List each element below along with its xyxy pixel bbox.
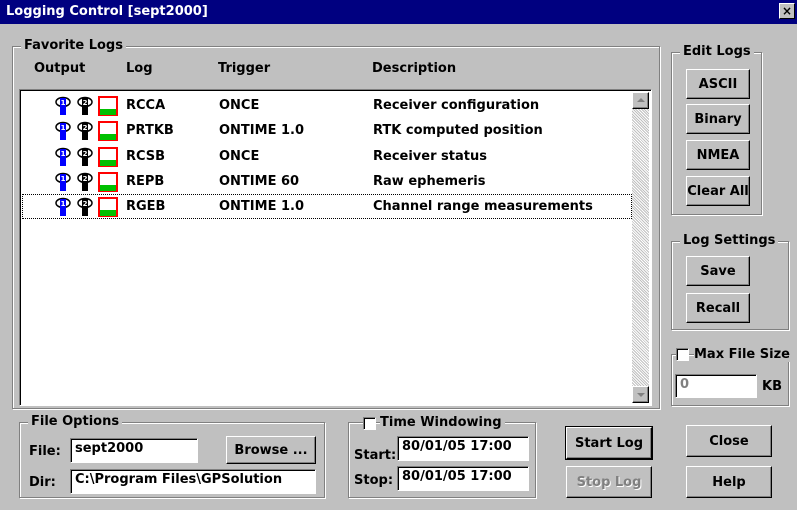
log-name: RGEB (126, 199, 166, 214)
max-file-size-checkbox[interactable] (676, 348, 689, 361)
save-mnemonic: Save (700, 263, 736, 279)
log-trigger: ONTIME 1.0 (219, 123, 305, 138)
log-name: RCSB (126, 149, 166, 164)
log-trigger: ONCE (219, 98, 260, 113)
window-title: Logging Control [sept2000] (6, 4, 208, 19)
edit-logs-label: Edit Logs (680, 44, 754, 59)
log-trigger: ONTIME 60 (219, 174, 300, 189)
browse-button[interactable]: Browse ... (226, 436, 316, 464)
recall-button-label: Recall (695, 300, 741, 316)
scroll-up-arrow-icon (637, 98, 645, 102)
file-name-input[interactable]: sept2000 (70, 438, 198, 463)
scroll-down-arrow-icon (637, 393, 645, 397)
log-trigger: ONCE (219, 149, 260, 164)
list-item[interactable]: 1 2 RCCA ONCE Receiver configuration (22, 93, 632, 118)
column-header-log[interactable]: Log (126, 61, 153, 76)
time-windowing-label: Time Windowing (380, 415, 505, 430)
start-label: Start: (354, 448, 397, 463)
file-icon[interactable] (98, 147, 118, 167)
log-name: RCCA (126, 98, 166, 113)
port1-icon[interactable]: 1 (54, 197, 72, 217)
close-button[interactable]: Close (686, 425, 772, 457)
binary-button[interactable]: Binary (686, 104, 750, 134)
max-file-size-unit: KB (762, 379, 782, 394)
directory-input[interactable]: C:\Program Files\GPSolution (70, 469, 316, 494)
svg-text:2: 2 (83, 175, 88, 183)
list-item[interactable]: 1 2 RCSB ONCE Receiver status (22, 144, 632, 169)
max-file-size-label: Max File Size (694, 347, 792, 362)
column-header-trigger[interactable]: Trigger (218, 61, 270, 76)
svg-text:2: 2 (83, 200, 88, 208)
stop-log-button[interactable]: Stop Log (566, 466, 652, 498)
port2-icon[interactable]: 2 (76, 197, 94, 217)
svg-text:1: 1 (61, 150, 66, 158)
svg-text:1: 1 (61, 200, 66, 208)
scroll-up-button[interactable] (632, 92, 649, 109)
list-item[interactable]: 1 2 PRTKB ONTIME 1.0 RTK computed position (22, 118, 632, 143)
recall-button[interactable]: Recall (686, 293, 750, 323)
svg-text:2: 2 (83, 124, 88, 132)
output-icons: 12 (54, 121, 124, 141)
log-description: Channel range measurements (373, 199, 593, 214)
scroll-down-button[interactable] (632, 386, 649, 403)
title-bar: Logging Control [sept2000] × (0, 0, 797, 24)
list-item[interactable]: 1 2 REPB ONTIME 60 Raw ephemeris (22, 169, 632, 194)
max-file-size-input[interactable]: 0 (675, 374, 757, 398)
output-icons: 12 (54, 96, 124, 116)
port1-icon[interactable]: 1 (54, 172, 72, 192)
port2-icon[interactable]: 2 (76, 121, 94, 141)
port2-icon[interactable]: 2 (76, 172, 94, 192)
log-description: Receiver configuration (373, 98, 540, 113)
file-icon[interactable] (98, 197, 118, 217)
stop-label: Stop: (354, 473, 394, 488)
svg-text:2: 2 (83, 150, 88, 158)
svg-text:1: 1 (61, 124, 66, 132)
port2-icon[interactable]: 2 (76, 147, 94, 167)
file-icon[interactable] (98, 172, 118, 192)
log-name: PRTKB (126, 123, 174, 138)
clear-all-button[interactable]: Clear All (686, 176, 750, 206)
time-windowing-checkbox[interactable] (363, 417, 376, 430)
svg-text:1: 1 (61, 175, 66, 183)
start-log-button[interactable]: Start Log (565, 426, 653, 460)
port1-icon[interactable]: 1 (54, 121, 72, 141)
port1-icon[interactable]: 1 (54, 96, 72, 116)
output-icons: 12 (54, 172, 124, 192)
list-vertical-scrollbar[interactable] (632, 92, 649, 403)
column-header-description[interactable]: Description (372, 61, 456, 76)
favorite-logs-label: Favorite Logs (21, 38, 126, 53)
log-description: Receiver status (373, 149, 487, 164)
log-name: REPB (126, 174, 165, 189)
nmea-button[interactable]: NMEA (686, 140, 750, 170)
list-item[interactable]: 1 2 RGEB ONTIME 1.0 Channel range measuremen… (22, 194, 632, 219)
file-icon[interactable] (98, 121, 118, 141)
ascii-button[interactable]: ASCII (686, 69, 750, 99)
file-icon[interactable] (98, 96, 118, 116)
log-trigger: ONTIME 1.0 (219, 199, 305, 214)
column-header-output[interactable]: Output (34, 61, 85, 76)
log-description: RTK computed position (373, 123, 543, 138)
help-button[interactable]: Help (686, 466, 772, 498)
file-label: File: (29, 444, 61, 459)
stop-time-input[interactable]: 80/01/05 17:00 (397, 466, 529, 491)
svg-text:1: 1 (61, 99, 66, 107)
close-window-button[interactable]: × (779, 3, 795, 19)
favorite-logs-list[interactable]: 1 2 RCCA ONCE Receiver configuration 1 2 PRTKB O… (19, 89, 652, 406)
start-time-input[interactable]: 80/01/05 17:00 (397, 436, 529, 461)
log-description: Raw ephemeris (373, 174, 486, 189)
port2-icon[interactable]: 2 (76, 96, 94, 116)
output-icons: 12 (54, 197, 124, 217)
output-icons: 12 (54, 147, 124, 167)
port1-icon[interactable]: 1 (54, 147, 72, 167)
log-settings-label: Log Settings (680, 233, 779, 248)
svg-text:2: 2 (83, 99, 88, 107)
file-options-label: File Options (28, 414, 123, 429)
dir-label: Dir: (29, 475, 56, 490)
save-button[interactable]: Save (686, 256, 750, 286)
